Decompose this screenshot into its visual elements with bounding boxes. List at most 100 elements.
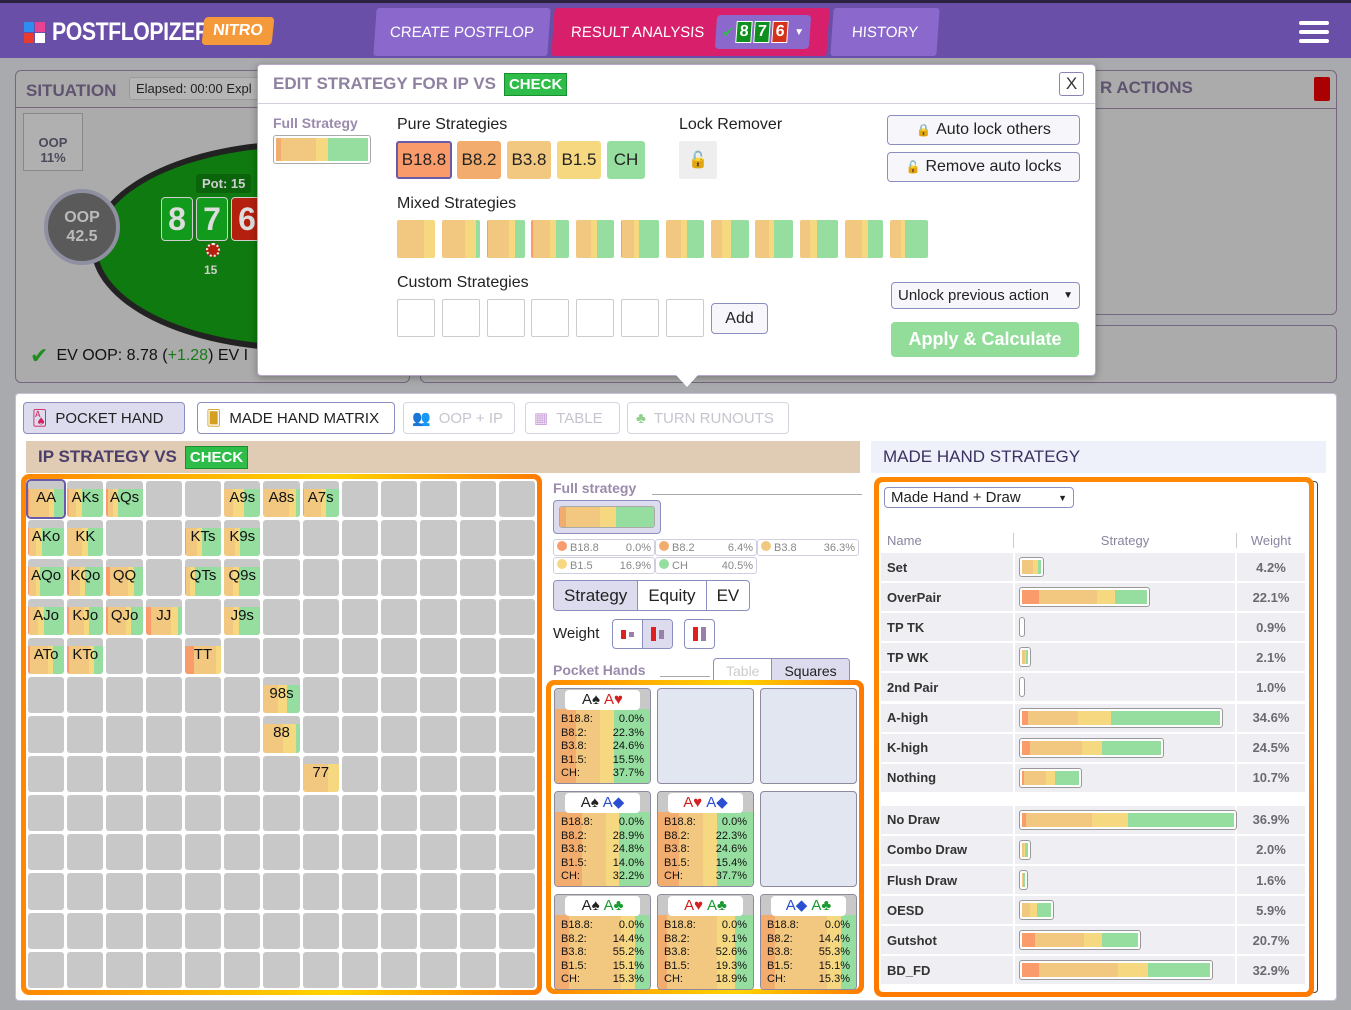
- custom-strategy-slot[interactable]: [441, 299, 480, 337]
- weight-mode-full-icon[interactable]: [685, 620, 714, 648]
- hand-cell-empty[interactable]: [263, 637, 300, 675]
- hand-cell-empty[interactable]: [498, 481, 535, 518]
- hand-cell-empty[interactable]: [381, 951, 418, 988]
- hand-cell-empty[interactable]: [302, 912, 339, 949]
- weight-mode-small-icon[interactable]: [613, 620, 643, 648]
- hand-cell-empty[interactable]: [381, 520, 418, 557]
- hand-cell-empty[interactable]: [224, 912, 261, 949]
- hand-cell-empty[interactable]: [145, 481, 182, 518]
- hand-cell-empty[interactable]: [263, 598, 300, 635]
- pure-strategy-b1-5[interactable]: B1.5: [557, 141, 601, 179]
- hand-cell-kjo[interactable]: KJo: [67, 598, 104, 635]
- hand-cell-jj[interactable]: JJ: [145, 598, 182, 635]
- hand-cell-empty[interactable]: [67, 951, 104, 988]
- hand-cell-kk[interactable]: KK: [67, 520, 104, 557]
- hand-cell-empty[interactable]: [381, 677, 418, 714]
- mixed-strategy-option[interactable]: [755, 220, 794, 258]
- hand-cell-empty[interactable]: [459, 834, 496, 871]
- hand-cell-kqo[interactable]: KQo: [67, 559, 104, 596]
- hand-cell-empty[interactable]: [145, 677, 182, 714]
- hand-cell-empty[interactable]: [106, 873, 143, 910]
- hand-cell-empty[interactable]: [263, 951, 300, 988]
- remove-auto-locks-button[interactable]: 🔓 Remove auto locks: [887, 152, 1080, 182]
- hand-cell-empty[interactable]: [341, 912, 379, 949]
- hand-cell-empty[interactable]: [341, 637, 379, 675]
- hand-cell-empty[interactable]: [302, 559, 339, 596]
- hand-cell-empty[interactable]: [341, 716, 379, 753]
- hand-cell-empty[interactable]: [28, 912, 65, 949]
- close-button[interactable]: X: [1059, 72, 1084, 96]
- hand-cell-empty[interactable]: [498, 637, 535, 675]
- mixed-strategy-option[interactable]: [800, 220, 839, 258]
- hand-cell-empty[interactable]: [145, 912, 182, 949]
- hand-cell-empty[interactable]: [341, 834, 379, 871]
- lock-remover-button[interactable]: 🔓: [679, 141, 717, 179]
- hand-cell-empty[interactable]: [145, 755, 182, 792]
- hand-cell-empty[interactable]: [106, 912, 143, 949]
- oop-range-thumbnail[interactable]: OOP 11%: [23, 113, 83, 171]
- hand-cell-empty[interactable]: [381, 873, 418, 910]
- hand-cell-empty[interactable]: [28, 834, 65, 871]
- made-hand-row[interactable]: A-high 34.6%: [881, 703, 1305, 732]
- hand-cell-empty[interactable]: [459, 598, 496, 635]
- hand-cell-empty[interactable]: [302, 677, 339, 714]
- hand-cell-empty[interactable]: [263, 834, 300, 871]
- made-hand-row[interactable]: BD_FD 32.9%: [881, 956, 1305, 985]
- hand-cell-empty[interactable]: [224, 834, 261, 871]
- made-hand-row[interactable]: Gutshot 20.7%: [881, 926, 1305, 955]
- hand-cell-empty[interactable]: [498, 559, 535, 596]
- hand-cell-empty[interactable]: [145, 794, 182, 832]
- hand-cell-empty[interactable]: [381, 834, 418, 871]
- hand-cell-ako[interactable]: AKo: [28, 520, 65, 557]
- hand-cell-empty[interactable]: [381, 912, 418, 949]
- hand-cell-empty[interactable]: [28, 716, 65, 753]
- hand-cell-empty[interactable]: [381, 755, 418, 792]
- hand-cell-empty[interactable]: [263, 912, 300, 949]
- combo-empty[interactable]: [657, 688, 754, 784]
- hand-cell-empty[interactable]: [224, 677, 261, 714]
- mixed-strategy-option[interactable]: [889, 220, 928, 258]
- pure-strategy-b18-8[interactable]: B18.8: [396, 141, 452, 179]
- hand-cell-a7s[interactable]: A7s: [302, 481, 339, 518]
- tab-pocket-hand[interactable]: 🂡 POCKET HAND: [23, 402, 185, 434]
- hand-cell-aqo[interactable]: AQo: [28, 559, 65, 596]
- custom-strategy-slot[interactable]: [397, 299, 435, 337]
- hand-cell-empty[interactable]: [498, 677, 535, 714]
- hand-cell-empty[interactable]: [67, 873, 104, 910]
- hand-cell-empty[interactable]: [302, 951, 339, 988]
- combo-empty[interactable]: [760, 688, 857, 784]
- hand-cell-empty[interactable]: [184, 716, 222, 753]
- hand-cell-k9s[interactable]: K9s: [224, 520, 261, 557]
- hand-cell-empty[interactable]: [420, 637, 457, 675]
- hand-cell-empty[interactable]: [184, 481, 222, 518]
- hand-cell-empty[interactable]: [459, 677, 496, 714]
- hand-cell-empty[interactable]: [381, 559, 418, 596]
- hand-cell-empty[interactable]: [341, 794, 379, 832]
- hand-cell-empty[interactable]: [459, 951, 496, 988]
- mixed-strategy-option[interactable]: [576, 220, 615, 258]
- hand-cell-empty[interactable]: [184, 755, 222, 792]
- hand-cell-empty[interactable]: [420, 951, 457, 988]
- hand-cell-empty[interactable]: [498, 873, 535, 910]
- hand-cell-kto[interactable]: KTo: [67, 637, 104, 675]
- hand-cell-empty[interactable]: [381, 637, 418, 675]
- custom-strategy-slot[interactable]: [486, 299, 525, 337]
- hand-cell-empty[interactable]: [459, 481, 496, 518]
- tab-table[interactable]: ▦ TABLE: [525, 402, 620, 434]
- hand-cell-empty[interactable]: [302, 716, 339, 753]
- made-hand-row[interactable]: Flush Draw 1.6%: [881, 866, 1305, 894]
- made-hand-row[interactable]: Combo Draw 2.0%: [881, 835, 1305, 864]
- hand-cell-aqs[interactable]: AQs: [106, 481, 143, 518]
- add-button[interactable]: Add: [711, 303, 768, 334]
- hand-cell-empty[interactable]: [498, 794, 535, 832]
- full-strategy-bar-button[interactable]: [553, 500, 661, 534]
- hand-cell-empty[interactable]: [381, 716, 418, 753]
- menu-icon[interactable]: [1299, 21, 1329, 43]
- hand-cell-empty[interactable]: [145, 834, 182, 871]
- hand-cell-empty[interactable]: [184, 598, 222, 635]
- hand-cell-empty[interactable]: [302, 794, 339, 832]
- hand-cell-empty[interactable]: [67, 677, 104, 714]
- hand-cell-empty[interactable]: [106, 716, 143, 753]
- hand-cell-empty[interactable]: [67, 834, 104, 871]
- made-hand-row[interactable]: TP WK 2.1%: [881, 643, 1305, 672]
